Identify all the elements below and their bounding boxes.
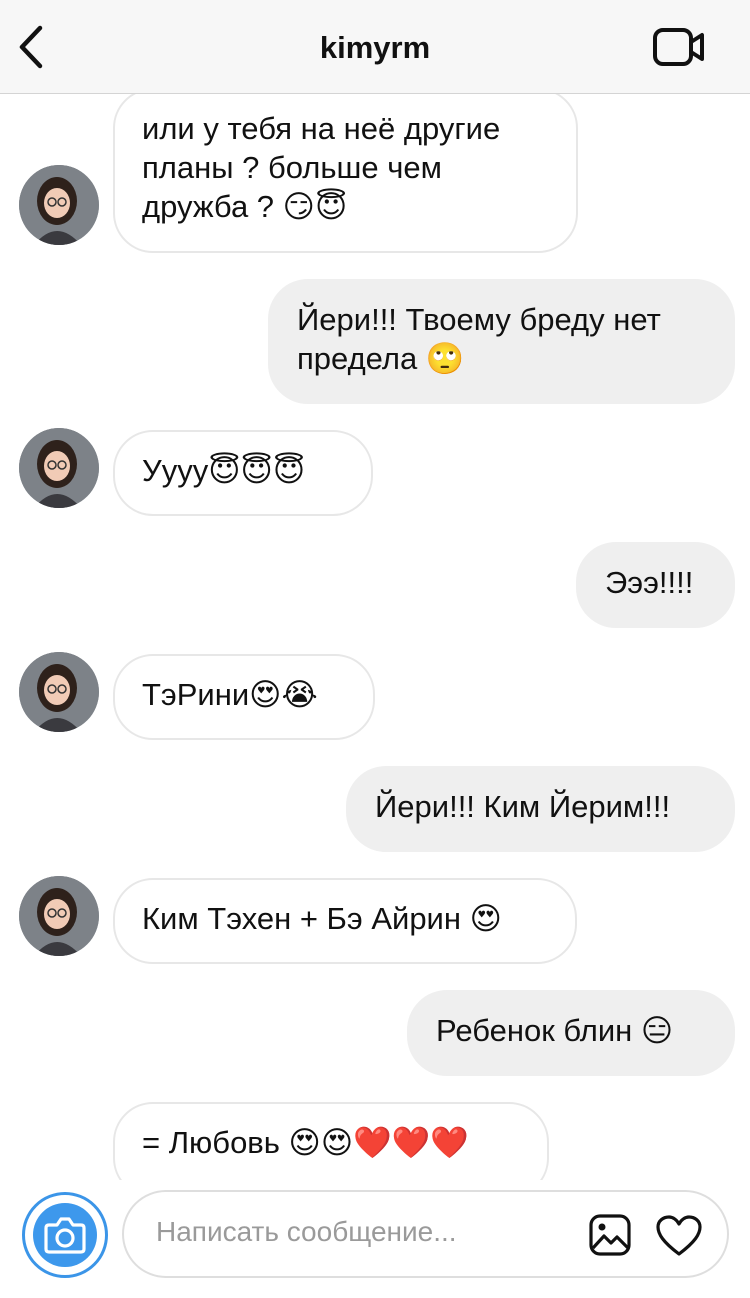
avatar-photo — [19, 876, 99, 956]
message-input[interactable]: Написать сообщение... — [122, 1190, 729, 1278]
avatar[interactable] — [19, 165, 99, 245]
gallery-button[interactable] — [587, 1212, 633, 1263]
avatar[interactable] — [19, 428, 99, 508]
message-composer: Написать сообщение... — [0, 1180, 750, 1298]
image-gallery-icon — [589, 1214, 631, 1256]
camera-button[interactable] — [22, 1192, 108, 1278]
message-input-placeholder: Написать сообщение... — [156, 1216, 457, 1247]
camera-button-fill — [33, 1203, 97, 1267]
chat-header: kimyrm — [0, 0, 750, 94]
message-bubble-outgoing[interactable]: Йери!!! Твоему бреду нет предела 🙄 — [268, 279, 735, 404]
avatar-photo — [19, 165, 99, 245]
heart-icon — [656, 1215, 702, 1256]
avatar-photo — [19, 428, 99, 508]
message-bubble-outgoing[interactable]: Эээ!!!! — [576, 542, 735, 628]
avatar-photo — [19, 652, 99, 732]
message-bubble-incoming[interactable]: или у тебя на неё другие планы ? больше … — [113, 94, 578, 253]
camera-icon — [44, 1217, 86, 1254]
message-bubble-outgoing[interactable]: Ребенок блин 😑 — [407, 990, 735, 1076]
avatar[interactable] — [19, 876, 99, 956]
like-button[interactable] — [655, 1214, 703, 1263]
avatar[interactable] — [19, 652, 99, 732]
message-bubble-outgoing[interactable]: Йери!!! Ким Йерим!!! — [346, 766, 735, 852]
message-bubble-incoming[interactable]: ТэРини😍😭 — [113, 654, 375, 740]
chat-title[interactable]: kimyrm — [0, 30, 750, 66]
message-bubble-incoming[interactable]: Уууу😇😇😇 — [113, 430, 373, 516]
video-call-icon — [653, 28, 704, 66]
message-thread[interactable]: или у тебя на неё другие планы ? больше … — [0, 94, 750, 1180]
message-bubble-incoming[interactable]: = Любовь 😍😍❤️❤️❤️ — [113, 1102, 549, 1180]
video-call-button[interactable] — [652, 26, 706, 70]
message-bubble-incoming[interactable]: Ким Тэхен + Бэ Айрин 😍 — [113, 878, 577, 964]
